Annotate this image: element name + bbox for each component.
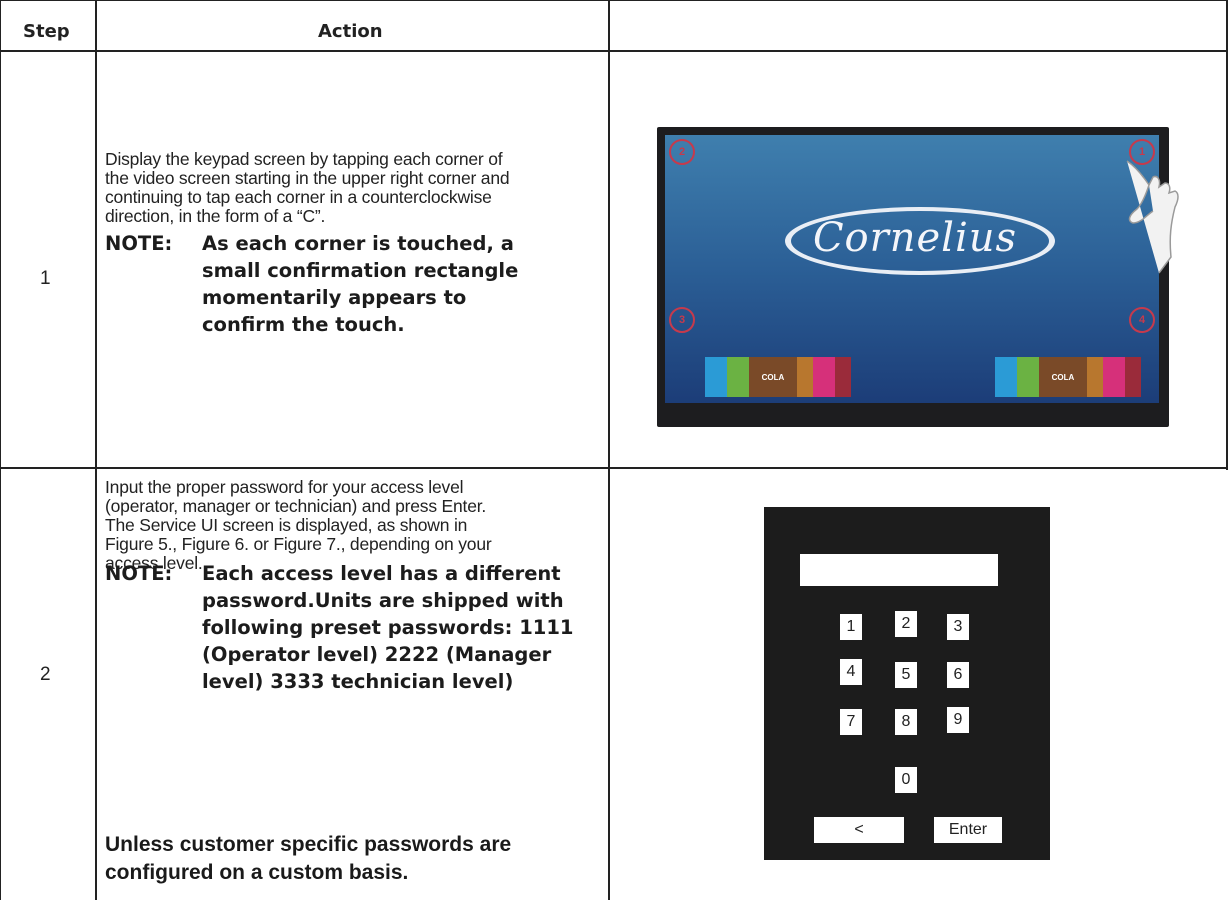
note-prefix: NOTE: <box>105 562 173 585</box>
logo-wordmark: Cornelius <box>812 215 1018 261</box>
keypad-key-7: 7 <box>840 709 862 735</box>
table-rule-top <box>0 0 1228 1</box>
corner-marker-upper-left: 2 <box>669 139 695 165</box>
drink-tile-cola: COLA <box>749 357 797 397</box>
step-2-note: NOTE: Each access level has a different … <box>105 560 615 695</box>
drink-tile-cola: COLA <box>1039 357 1087 397</box>
step-1-text: Display the keypad screen by tapping eac… <box>105 149 510 226</box>
keypad-key-1: 1 <box>840 614 862 640</box>
keypad-back-key: < <box>814 817 904 843</box>
keypad-key-3: 3 <box>947 614 969 640</box>
step-1-note: NOTE: As each corner is touched, a small… <box>105 230 545 338</box>
keypad-enter-key: Enter <box>934 817 1002 843</box>
table-rule-row1 <box>0 467 1228 469</box>
step-2-custom-password-note: Unless customer specific passwords are c… <box>105 833 512 884</box>
drink-tile <box>1087 357 1103 397</box>
keypad-key-6: 6 <box>947 662 969 688</box>
keypad-key-2: 2 <box>895 611 917 637</box>
keypad-screen-image: 1 2 3 4 5 6 7 8 9 0 < Enter <box>764 507 1050 860</box>
header-step: Step <box>23 21 70 42</box>
header-action: Action <box>318 21 383 42</box>
drink-tile <box>727 357 749 397</box>
drink-tile <box>995 357 1017 397</box>
note-prefix: NOTE: <box>105 232 173 255</box>
drink-tiles-left: COLA <box>705 357 851 397</box>
cornelius-logo: Cornelius <box>785 199 1055 275</box>
keypad-key-5: 5 <box>895 662 917 688</box>
drink-tiles-right: COLA <box>995 357 1141 397</box>
table-rule-header <box>0 50 1228 52</box>
step-2-text: Input the proper password for your acces… <box>105 477 492 573</box>
keypad-key-8: 8 <box>895 709 917 735</box>
table-rule-left <box>0 0 1 900</box>
step-number-1: 1 <box>40 268 51 289</box>
drink-tile <box>835 357 851 397</box>
keypad-key-0: 0 <box>895 767 917 793</box>
drink-tile <box>1017 357 1039 397</box>
video-screen: 2 1 3 4 Cornelius COLA COLA <box>665 135 1159 403</box>
table-rule-col2 <box>608 0 610 900</box>
drink-tile <box>1125 357 1141 397</box>
step-number-2: 2 <box>40 664 51 685</box>
keypad-key-9: 9 <box>947 707 969 733</box>
dispenser-screen-image: 2 1 3 4 Cornelius COLA COLA <box>657 127 1179 427</box>
corner-marker-lower-right: 4 <box>1129 307 1155 333</box>
drink-tile <box>813 357 835 397</box>
keypad-key-4: 4 <box>840 659 862 685</box>
corner-marker-lower-left: 3 <box>669 307 695 333</box>
password-display-field <box>800 554 998 586</box>
drink-tile <box>705 357 727 397</box>
drink-tile <box>1103 357 1125 397</box>
note-text: Each access level has a different passwo… <box>202 562 574 693</box>
tapping-hand-icon <box>1126 160 1179 274</box>
drink-tile <box>797 357 813 397</box>
table-rule-col1 <box>95 0 97 900</box>
